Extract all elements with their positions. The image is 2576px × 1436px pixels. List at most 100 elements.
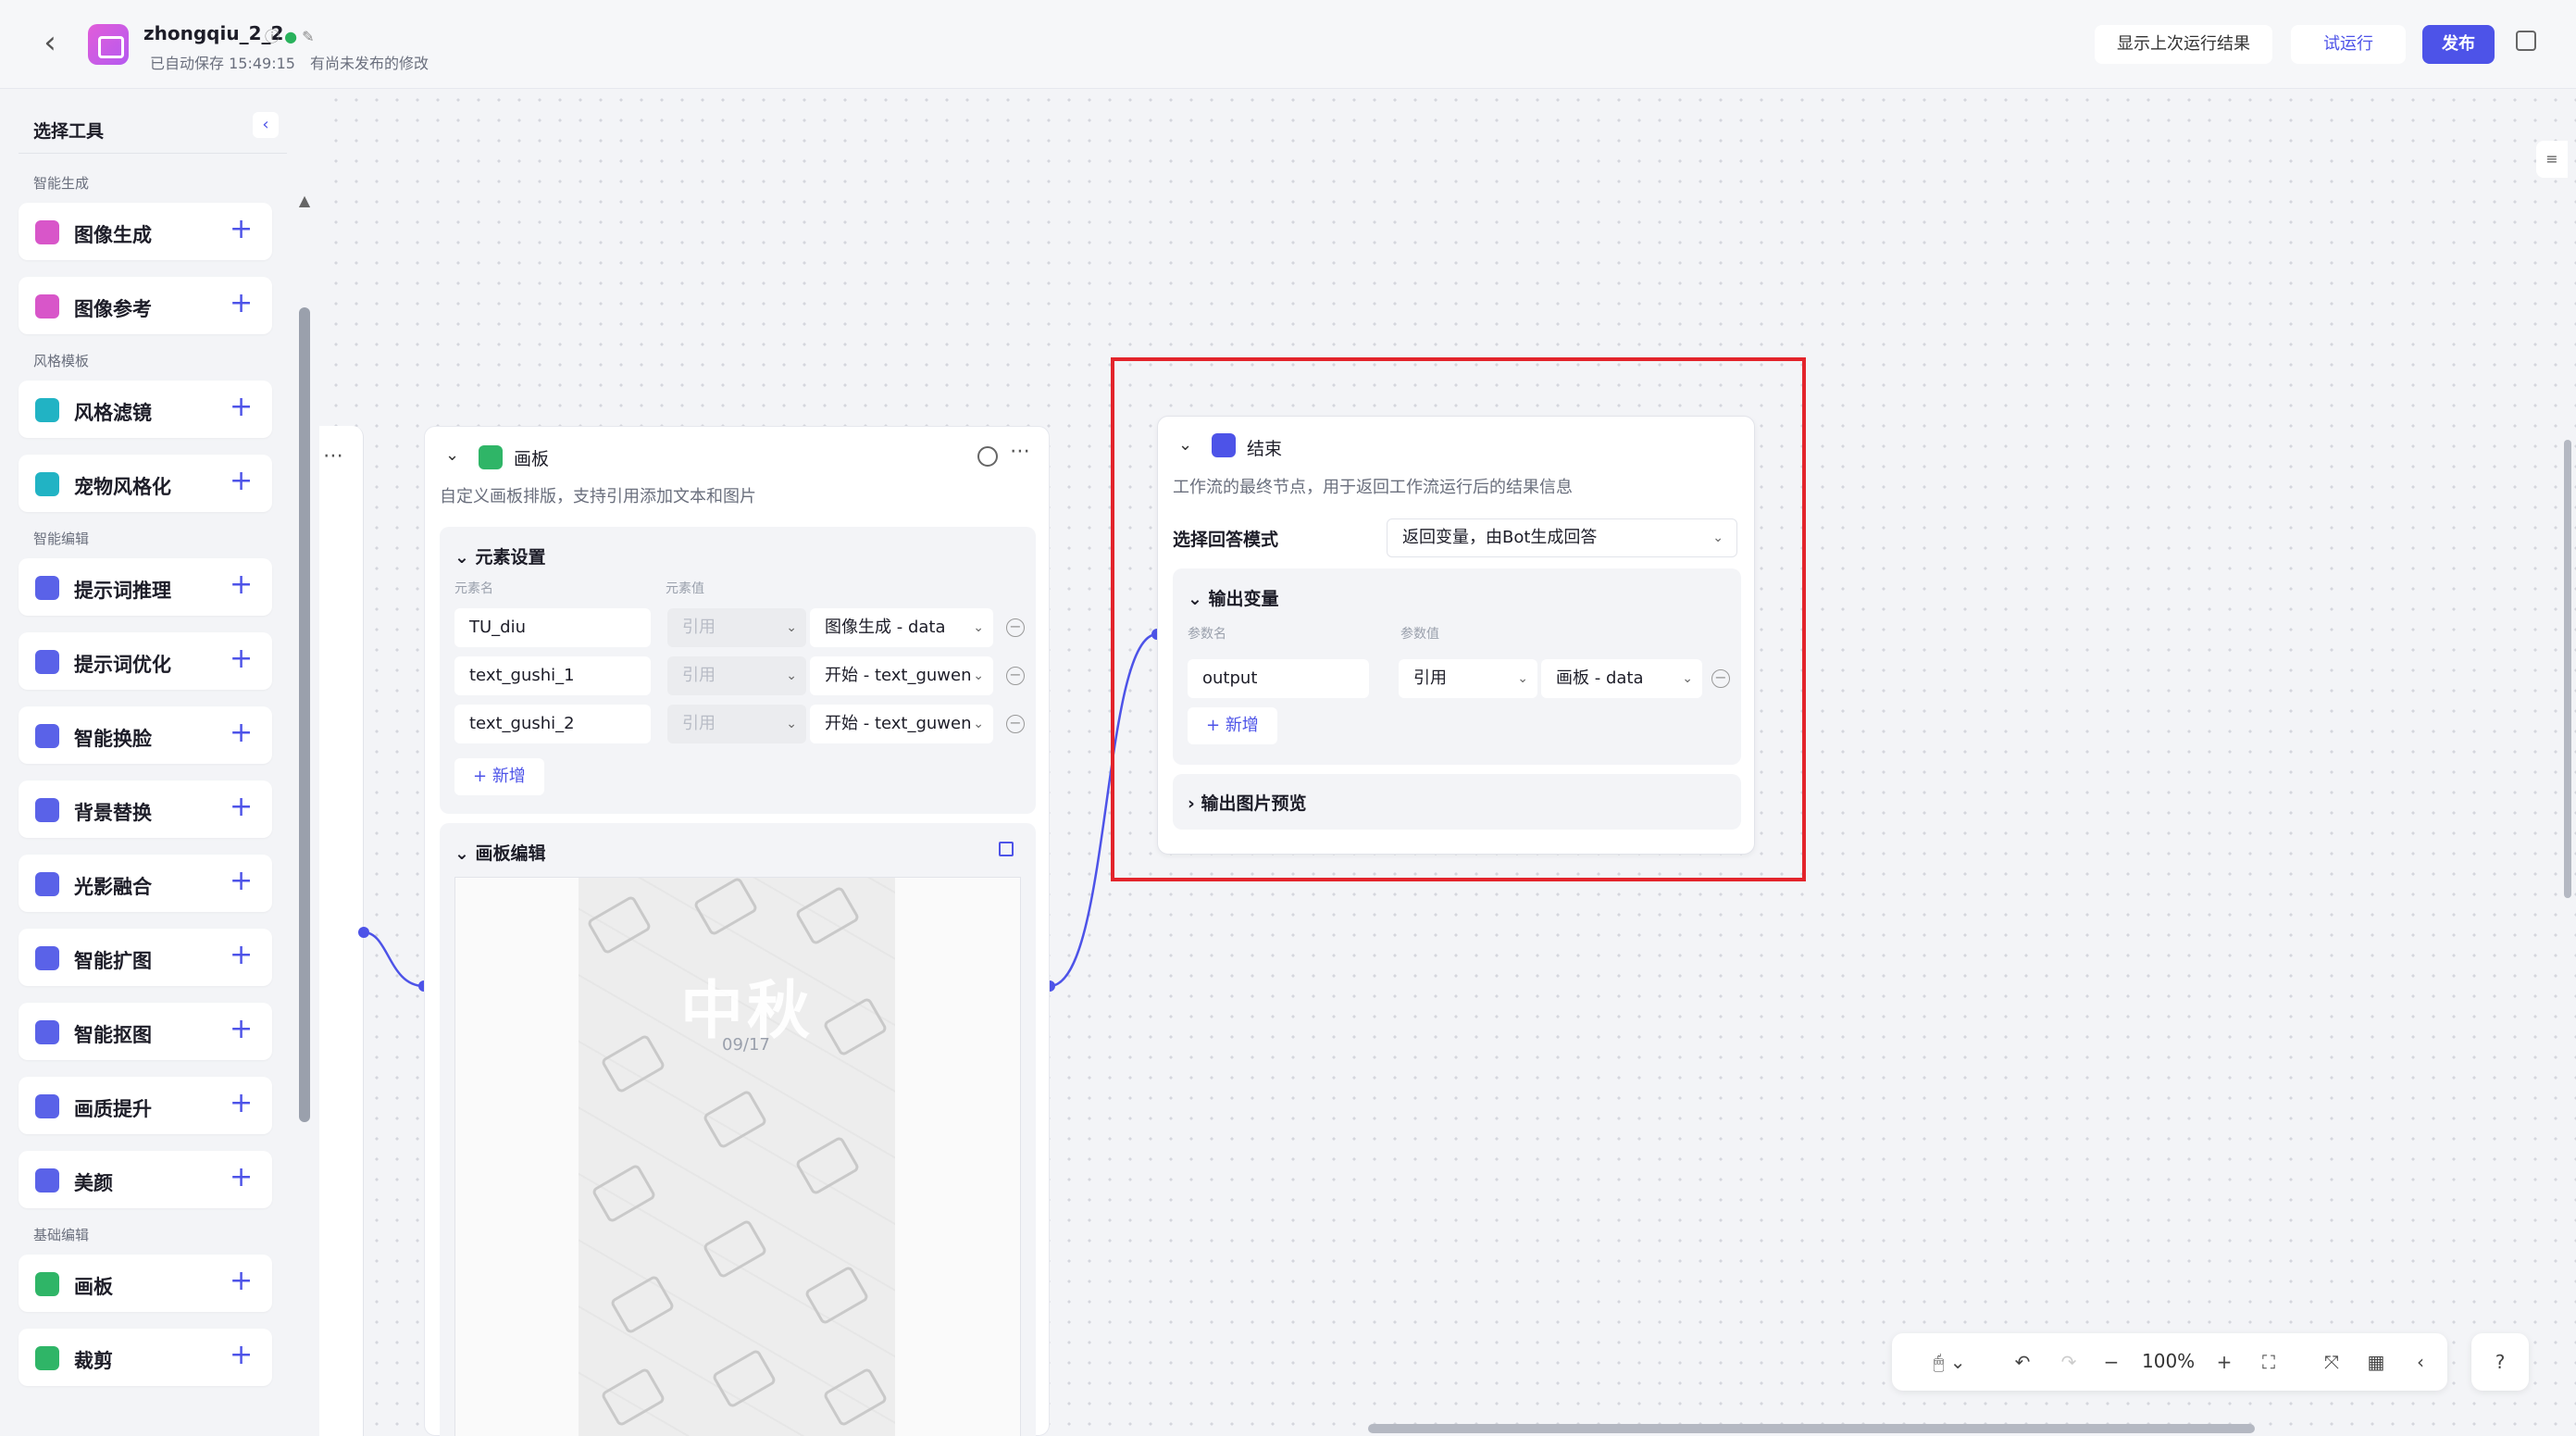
add-icon[interactable]: +: [230, 289, 253, 318]
port-dot[interactable]: [358, 927, 369, 938]
element-type-select[interactable]: 引用 ⌄: [667, 705, 806, 743]
element-settings-title[interactable]: ⌄ 元素设置: [454, 543, 546, 568]
add-element-button[interactable]: + 新增: [454, 758, 544, 795]
tool-item-light-blend[interactable]: 光影融合 +: [19, 855, 272, 912]
add-icon[interactable]: +: [230, 1015, 253, 1044]
comment-icon[interactable]: ‹: [2407, 1350, 2434, 1374]
element-name-field[interactable]: text_gushi_1: [454, 656, 651, 695]
sidebar-scrollbar[interactable]: ▲ ▼: [294, 192, 315, 1432]
tool-item-image-reference[interactable]: 图像参考 +: [19, 277, 272, 334]
collapse-sidebar-icon[interactable]: ‹: [253, 112, 279, 138]
element-name-field[interactable]: text_gushi_2: [454, 705, 651, 743]
element-value-select[interactable]: 开始 - text_guwen ⌄: [810, 656, 993, 695]
prompt-inference-icon: [35, 576, 59, 600]
image-placeholder-icon: [609, 1274, 676, 1335]
tool-label: 裁剪: [74, 1350, 113, 1372]
scrollbar-thumb[interactable]: [299, 307, 310, 1122]
run-node-icon[interactable]: [977, 446, 998, 467]
board-edit-title[interactable]: ⌄ 画板编辑: [454, 840, 546, 865]
board-node[interactable]: ⌄ 画板 ⋯ 自定义画板排版，支持引用添加文本和图片 ⌄ 元素设置 元素名 元素…: [424, 426, 1050, 1436]
tool-item-style-filter[interactable]: 风格滤镜 +: [19, 381, 272, 438]
highlight-annotation: [1111, 357, 1806, 881]
tool-item-crop[interactable]: 裁剪 +: [19, 1329, 272, 1386]
image-placeholder-icon: [702, 1218, 768, 1280]
tool-item-prompt-optimize[interactable]: 提示词优化 +: [19, 632, 272, 690]
element-value-select[interactable]: 开始 - text_guwen ⌄: [810, 705, 993, 743]
tool-item-pet-style[interactable]: 宠物风格化 +: [19, 455, 272, 512]
fit-view-icon[interactable]: ⛶: [2255, 1350, 2283, 1374]
panel-toggle-icon[interactable]: ≡: [2536, 141, 2568, 178]
add-icon[interactable]: +: [230, 1163, 253, 1193]
zoom-in-icon[interactable]: +: [2210, 1350, 2238, 1374]
grid-layout-icon[interactable]: ▦: [2362, 1350, 2390, 1374]
add-icon[interactable]: +: [230, 1341, 253, 1370]
chevron-down-icon: ⌄: [786, 668, 797, 683]
add-icon[interactable]: +: [230, 467, 253, 496]
prompt-optimize-icon: [35, 650, 59, 674]
add-icon[interactable]: +: [230, 1267, 253, 1296]
scroll-up-icon[interactable]: ▲: [294, 192, 315, 212]
remove-row-icon[interactable]: −: [1006, 618, 1025, 637]
board-node-title: 画板: [514, 449, 550, 469]
element-type-select[interactable]: 引用 ⌄: [667, 608, 806, 647]
tool-item-prompt-inference[interactable]: 提示词推理 +: [19, 558, 272, 616]
image-placeholder-icon: [794, 885, 861, 946]
connector-line-1: [363, 930, 425, 988]
element-name-field[interactable]: TU_diu: [454, 608, 651, 647]
collapse-all-icon[interactable]: ⤧: [2318, 1350, 2346, 1374]
tool-item-image-generation[interactable]: 图像生成 +: [19, 203, 272, 260]
more-icon[interactable]: ⋯: [1010, 440, 1030, 463]
tool-item-face-swap[interactable]: 智能换脸 +: [19, 706, 272, 764]
image-placeholder-icon: [586, 894, 653, 955]
tool-item-upscale[interactable]: 画质提升 +: [19, 1077, 272, 1134]
canvas-vertical-scrollbar[interactable]: [2564, 440, 2571, 898]
image-reference-icon: [35, 294, 59, 318]
add-icon[interactable]: +: [230, 1089, 253, 1118]
element-type-select[interactable]: 引用 ⌄: [667, 656, 806, 695]
category-label: 风格模板: [33, 353, 90, 369]
expand-icon[interactable]: [999, 842, 1014, 856]
redo-icon[interactable]: ↷: [2055, 1350, 2083, 1374]
tool-item-outpaint[interactable]: 智能扩图 +: [19, 929, 272, 986]
crop-icon: [35, 1346, 59, 1370]
tool-label: 智能扩图: [74, 950, 152, 972]
zoom-out-icon[interactable]: −: [2097, 1350, 2125, 1374]
undo-icon[interactable]: ↶: [2009, 1350, 2036, 1374]
board-node-description: 自定义画板排版，支持引用添加文本和图片: [440, 487, 756, 506]
chevron-down-icon[interactable]: ⌄: [445, 445, 459, 465]
add-icon[interactable]: +: [230, 644, 253, 674]
tool-item-board[interactable]: 画板 +: [19, 1255, 272, 1312]
tool-label: 提示词推理: [74, 580, 171, 602]
canvas-horizontal-scrollbar[interactable]: [1368, 1424, 2255, 1433]
chevron-down-icon: ⌄: [786, 717, 797, 731]
remove-row-icon[interactable]: −: [1006, 715, 1025, 733]
add-icon[interactable]: +: [230, 393, 253, 422]
cutout-icon: [35, 1020, 59, 1044]
add-icon[interactable]: +: [230, 793, 253, 822]
element-value-select[interactable]: 图像生成 - data ⌄: [810, 608, 993, 647]
add-icon[interactable]: +: [230, 718, 253, 748]
sidebar-title: 选择工具: [33, 121, 105, 142]
tool-item-beauty[interactable]: 美颜 +: [19, 1151, 272, 1208]
category-label: 智能编辑: [33, 531, 90, 547]
tool-item-background-replace[interactable]: 背景替换 +: [19, 780, 272, 838]
add-icon[interactable]: +: [230, 867, 253, 896]
add-icon[interactable]: +: [230, 941, 253, 970]
category-label: 基础编辑: [33, 1227, 90, 1243]
pet-style-icon: [35, 472, 59, 496]
pointer-mode-select[interactable]: 🖱 ⌄: [1922, 1350, 1977, 1374]
image-placeholder-icon: [591, 1163, 657, 1224]
poster-date: 09/17: [722, 1035, 770, 1055]
help-icon[interactable]: ?: [2471, 1333, 2529, 1391]
element-settings-section: ⌄ 元素设置 元素名 元素值 TU_diu 引用 ⌄ 图像生成 - data ⌄ −…: [440, 527, 1036, 814]
remove-row-icon[interactable]: −: [1006, 667, 1025, 685]
board-preview[interactable]: 中秋 09/17: [454, 876, 1021, 1436]
add-icon[interactable]: +: [230, 215, 253, 244]
tool-item-cutout[interactable]: 智能抠图 +: [19, 1003, 272, 1060]
background-replace-icon: [35, 798, 59, 822]
element-name-header: 元素名: [454, 581, 493, 596]
divider: [19, 153, 287, 154]
add-icon[interactable]: +: [230, 570, 253, 600]
poster-canvas[interactable]: 中秋 09/17: [579, 876, 895, 1436]
element-row: TU_diu 引用 ⌄ 图像生成 - data ⌄ −: [454, 608, 1025, 647]
